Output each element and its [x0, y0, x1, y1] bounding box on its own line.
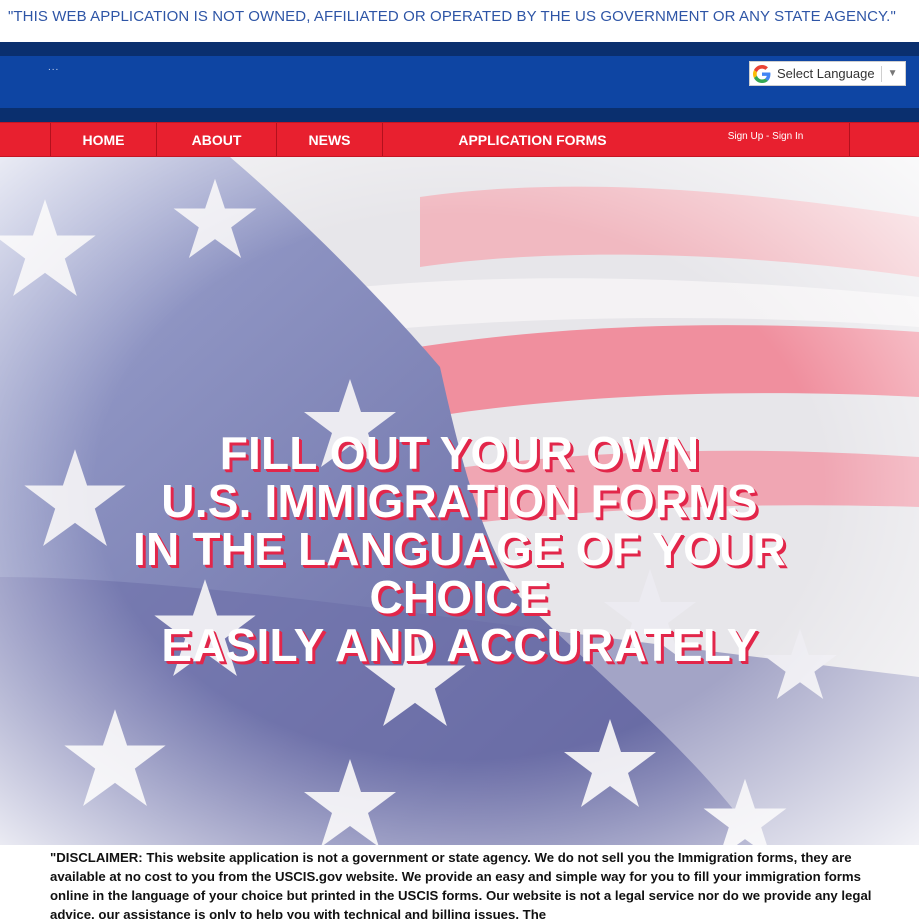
site-header: ... Select Language ▼	[0, 42, 919, 122]
language-select-divider	[880, 65, 882, 82]
nav-home[interactable]: HOME	[50, 123, 156, 156]
nav-divider	[849, 123, 850, 156]
nav-application-forms[interactable]: APPLICATION FORMS	[382, 123, 682, 156]
header-dots: ...	[48, 62, 60, 73]
hero-line-2: U.S. IMMIGRATION FORMS	[161, 475, 758, 527]
chevron-down-icon[interactable]: ▼	[888, 68, 898, 79]
google-icon	[753, 64, 771, 83]
main-nav: HOME ABOUT NEWS APPLICATION FORMS Sign U…	[0, 122, 919, 157]
hero-banner: FILL OUT YOUR OWN U.S. IMMIGRATION FORMS…	[0, 157, 919, 845]
language-select[interactable]: Select Language ▼	[749, 61, 906, 86]
nav-about[interactable]: ABOUT	[156, 123, 276, 156]
hero-line-3: IN THE LANGUAGE OF YOUR	[133, 523, 786, 575]
nav-sign-up-sign-in[interactable]: Sign Up - Sign In	[682, 123, 849, 156]
notice-bar: "THIS WEB APPLICATION IS NOT OWNED, AFFI…	[0, 0, 919, 42]
hero-headline: FILL OUT YOUR OWN U.S. IMMIGRATION FORMS…	[0, 429, 919, 669]
disclaimer-text: "DISCLAIMER: This website application is…	[50, 850, 872, 919]
language-select-label: Select Language	[777, 66, 875, 81]
notice-text: "THIS WEB APPLICATION IS NOT OWNED, AFFI…	[8, 8, 896, 25]
hero-line-5: EASILY AND ACCURATELY	[161, 619, 758, 671]
hero-line-1: FILL OUT YOUR OWN	[219, 427, 700, 479]
nav-news[interactable]: NEWS	[276, 123, 382, 156]
hero-line-4: CHOICE	[369, 571, 550, 623]
